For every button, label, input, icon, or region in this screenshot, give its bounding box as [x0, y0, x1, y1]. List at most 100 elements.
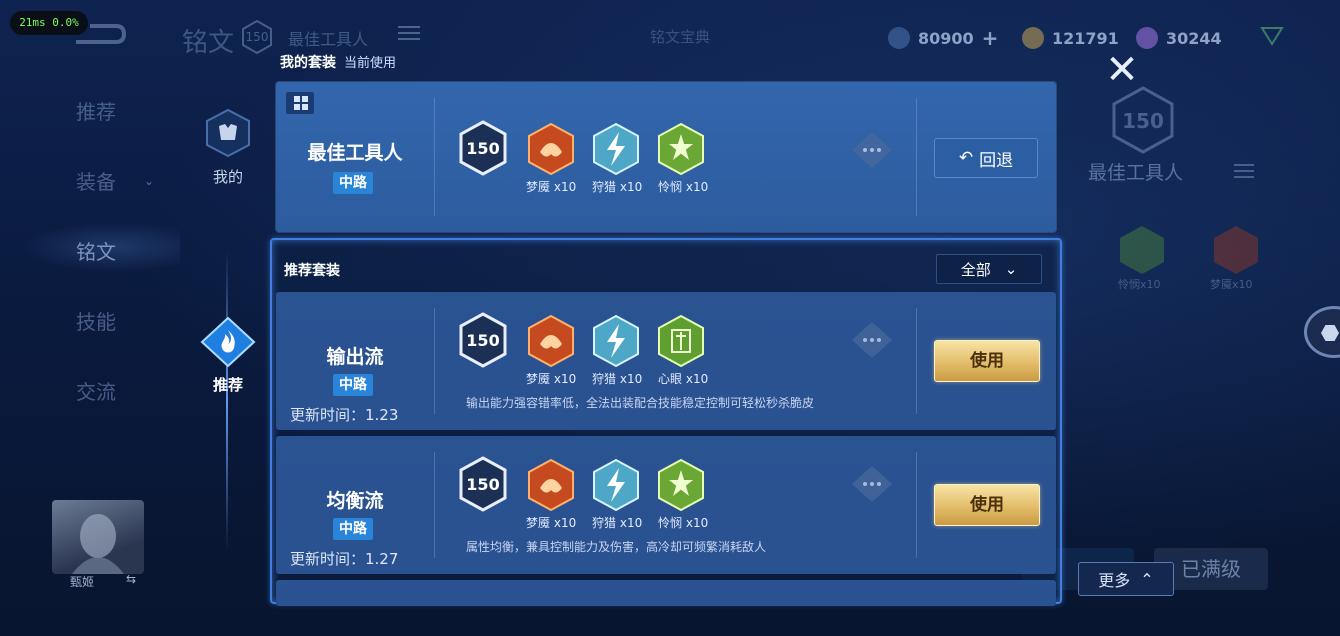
chevron-down-icon: ⌄ [1004, 260, 1018, 278]
rune-count: x10 [553, 180, 577, 194]
currency-gem: 30244 [1136, 26, 1222, 50]
more-options-icon[interactable] [850, 320, 894, 360]
close-icon[interactable]: ✕ [1100, 50, 1144, 90]
role-tag: 中路 [333, 172, 373, 194]
rune-green-icon [1120, 226, 1164, 274]
level-text: 150 [466, 139, 499, 158]
more-button[interactable]: 更多 ⌃ [1078, 562, 1174, 596]
rune-name: 狩猎 [592, 372, 617, 386]
recommended-title: 推荐套装 [284, 263, 340, 279]
rune-name: 梦魇 [526, 372, 551, 386]
armor-icon [206, 108, 250, 158]
header-level-badge: 150 [242, 20, 272, 54]
grid-icon [286, 92, 314, 114]
rune-label: 狩猎 x10 [592, 370, 642, 387]
rune-count: x10 [619, 372, 643, 386]
rune-count: x10 [553, 516, 577, 530]
list-icon[interactable] [1234, 162, 1254, 180]
rune-label: 狩猎 x10 [592, 178, 642, 195]
rune-count: x10 [685, 180, 709, 194]
rune-name: 梦魇 [526, 516, 551, 530]
filter-dropdown[interactable]: 全部 ⌄ [936, 254, 1042, 284]
mine-tab-label: 我的 [212, 168, 243, 186]
rune-hunt-icon [593, 458, 639, 512]
chevron-up-icon: ⌃ [1140, 569, 1154, 589]
rune-nightmare-icon [528, 122, 574, 176]
recommend-tab-label: 推荐 [212, 376, 243, 394]
rune-mercy-icon [658, 458, 704, 512]
more-options-icon[interactable] [850, 130, 894, 170]
vertical-rail [226, 250, 228, 550]
filter-label: 全部 [960, 260, 991, 279]
updated-time: 更新时间：1.27 [290, 550, 399, 568]
current-set-card: 最佳工具人 中路 150 梦魇 x10 狩猎 x10 怜悯 x10 ↶ 回退 [276, 82, 1056, 232]
rune-label: 心眼 x10 [658, 370, 708, 387]
hero-name: 甄姬 [70, 575, 95, 589]
revert-button[interactable]: ↶ 回退 [934, 138, 1038, 178]
currency-gem-value: 30244 [1166, 28, 1222, 48]
use-button[interactable]: 使用 [934, 484, 1040, 526]
swap-icon[interactable]: ⇆ [126, 572, 136, 586]
level-text: 150 [466, 331, 499, 350]
hexagon-icon [1321, 325, 1339, 341]
hero-portrait-icon [72, 514, 124, 574]
rune-name: 怜悯 [658, 516, 683, 530]
rune-hunt-icon [593, 314, 639, 368]
level-hex-icon: 150 [459, 312, 507, 368]
rune-name: 怜悯 [658, 180, 683, 194]
revert-label: 回退 [979, 150, 1014, 171]
rune-nightmare-icon [528, 458, 574, 512]
level-hex-icon: 150 [459, 456, 507, 512]
rune-insight-icon [658, 314, 704, 368]
nav-item-recommend[interactable]: 推荐 [76, 96, 116, 125]
divider [916, 308, 917, 414]
rune-set-popup: 我的套装 当前使用 最佳工具人 中路 150 梦魇 x10 狩猎 x10 怜悯 x… [270, 40, 1062, 606]
mine-heading: 我的套装 当前使用 [280, 52, 396, 72]
rune-count: x10 [619, 516, 643, 530]
rune-name: 心眼 [658, 372, 683, 386]
undo-icon: ↶ [958, 148, 974, 168]
rune-count: x10 [685, 516, 709, 530]
rune-name: 狩猎 [592, 516, 617, 530]
recommend-tab[interactable]: 推荐 [196, 316, 260, 396]
more-options-icon[interactable] [850, 464, 894, 504]
set-name: 最佳工具人 [307, 142, 403, 164]
divider [916, 452, 917, 558]
recommended-header: 推荐套装 全部 ⌄ [280, 248, 1054, 286]
nav-item-equipment[interactable]: 装备 [76, 166, 116, 195]
mine-tab[interactable]: 我的 [200, 108, 256, 188]
nav-item-runes[interactable]: 铭文 [76, 236, 116, 265]
header-level-text: 150 [245, 30, 269, 44]
set-name: 输出流 [326, 346, 384, 368]
divider [434, 98, 435, 216]
settings-icon[interactable] [1258, 22, 1286, 50]
rune-count: x10 [685, 372, 709, 386]
set-description: 输出能力强容错率低，全法出装配合技能稳定控制可轻松秒杀脆皮 [466, 396, 815, 410]
current-label: 当前使用 [344, 56, 397, 71]
rune-label: 梦魇 x10 [526, 178, 576, 195]
rune-name: 梦魇 [526, 180, 551, 194]
back-arrow-icon[interactable] [70, 20, 126, 48]
currency-gold-value: 121791 [1052, 28, 1119, 48]
hero-avatar[interactable] [52, 500, 144, 574]
use-button[interactable]: 使用 [934, 340, 1040, 382]
recommended-set-card: 均衡流 中路 更新时间：1.27 150 梦魇 x10 狩猎 x10 怜悯 x1… [276, 436, 1056, 574]
set-description: 属性均衡，兼具控制能力及伤害，高冷却可频繁消耗敌人 [466, 540, 767, 554]
rune-red-icon [1214, 226, 1258, 274]
rune-label: 梦魇 x10 [526, 514, 576, 531]
rune-hunt-icon [593, 122, 639, 176]
flame-icon [200, 316, 256, 368]
divider [434, 308, 435, 414]
role-tag: 中路 [333, 374, 373, 396]
divider [916, 98, 917, 216]
background-level-hex-icon: 150 [1112, 86, 1174, 154]
nav-item-skills[interactable]: 技能 [76, 306, 116, 335]
rune-label: 狩猎 x10 [592, 514, 642, 531]
background-rune-label: 梦魇x10 [1210, 278, 1253, 291]
nav-item-community[interactable]: 交流 [76, 376, 116, 405]
gem-icon [1136, 27, 1158, 49]
updated-time: 更新时间：1.23 [290, 406, 399, 424]
page-title: 铭文 [182, 28, 235, 58]
background-rune-label: 怜悯x10 [1118, 278, 1161, 291]
rune-name: 狩猎 [592, 180, 617, 194]
